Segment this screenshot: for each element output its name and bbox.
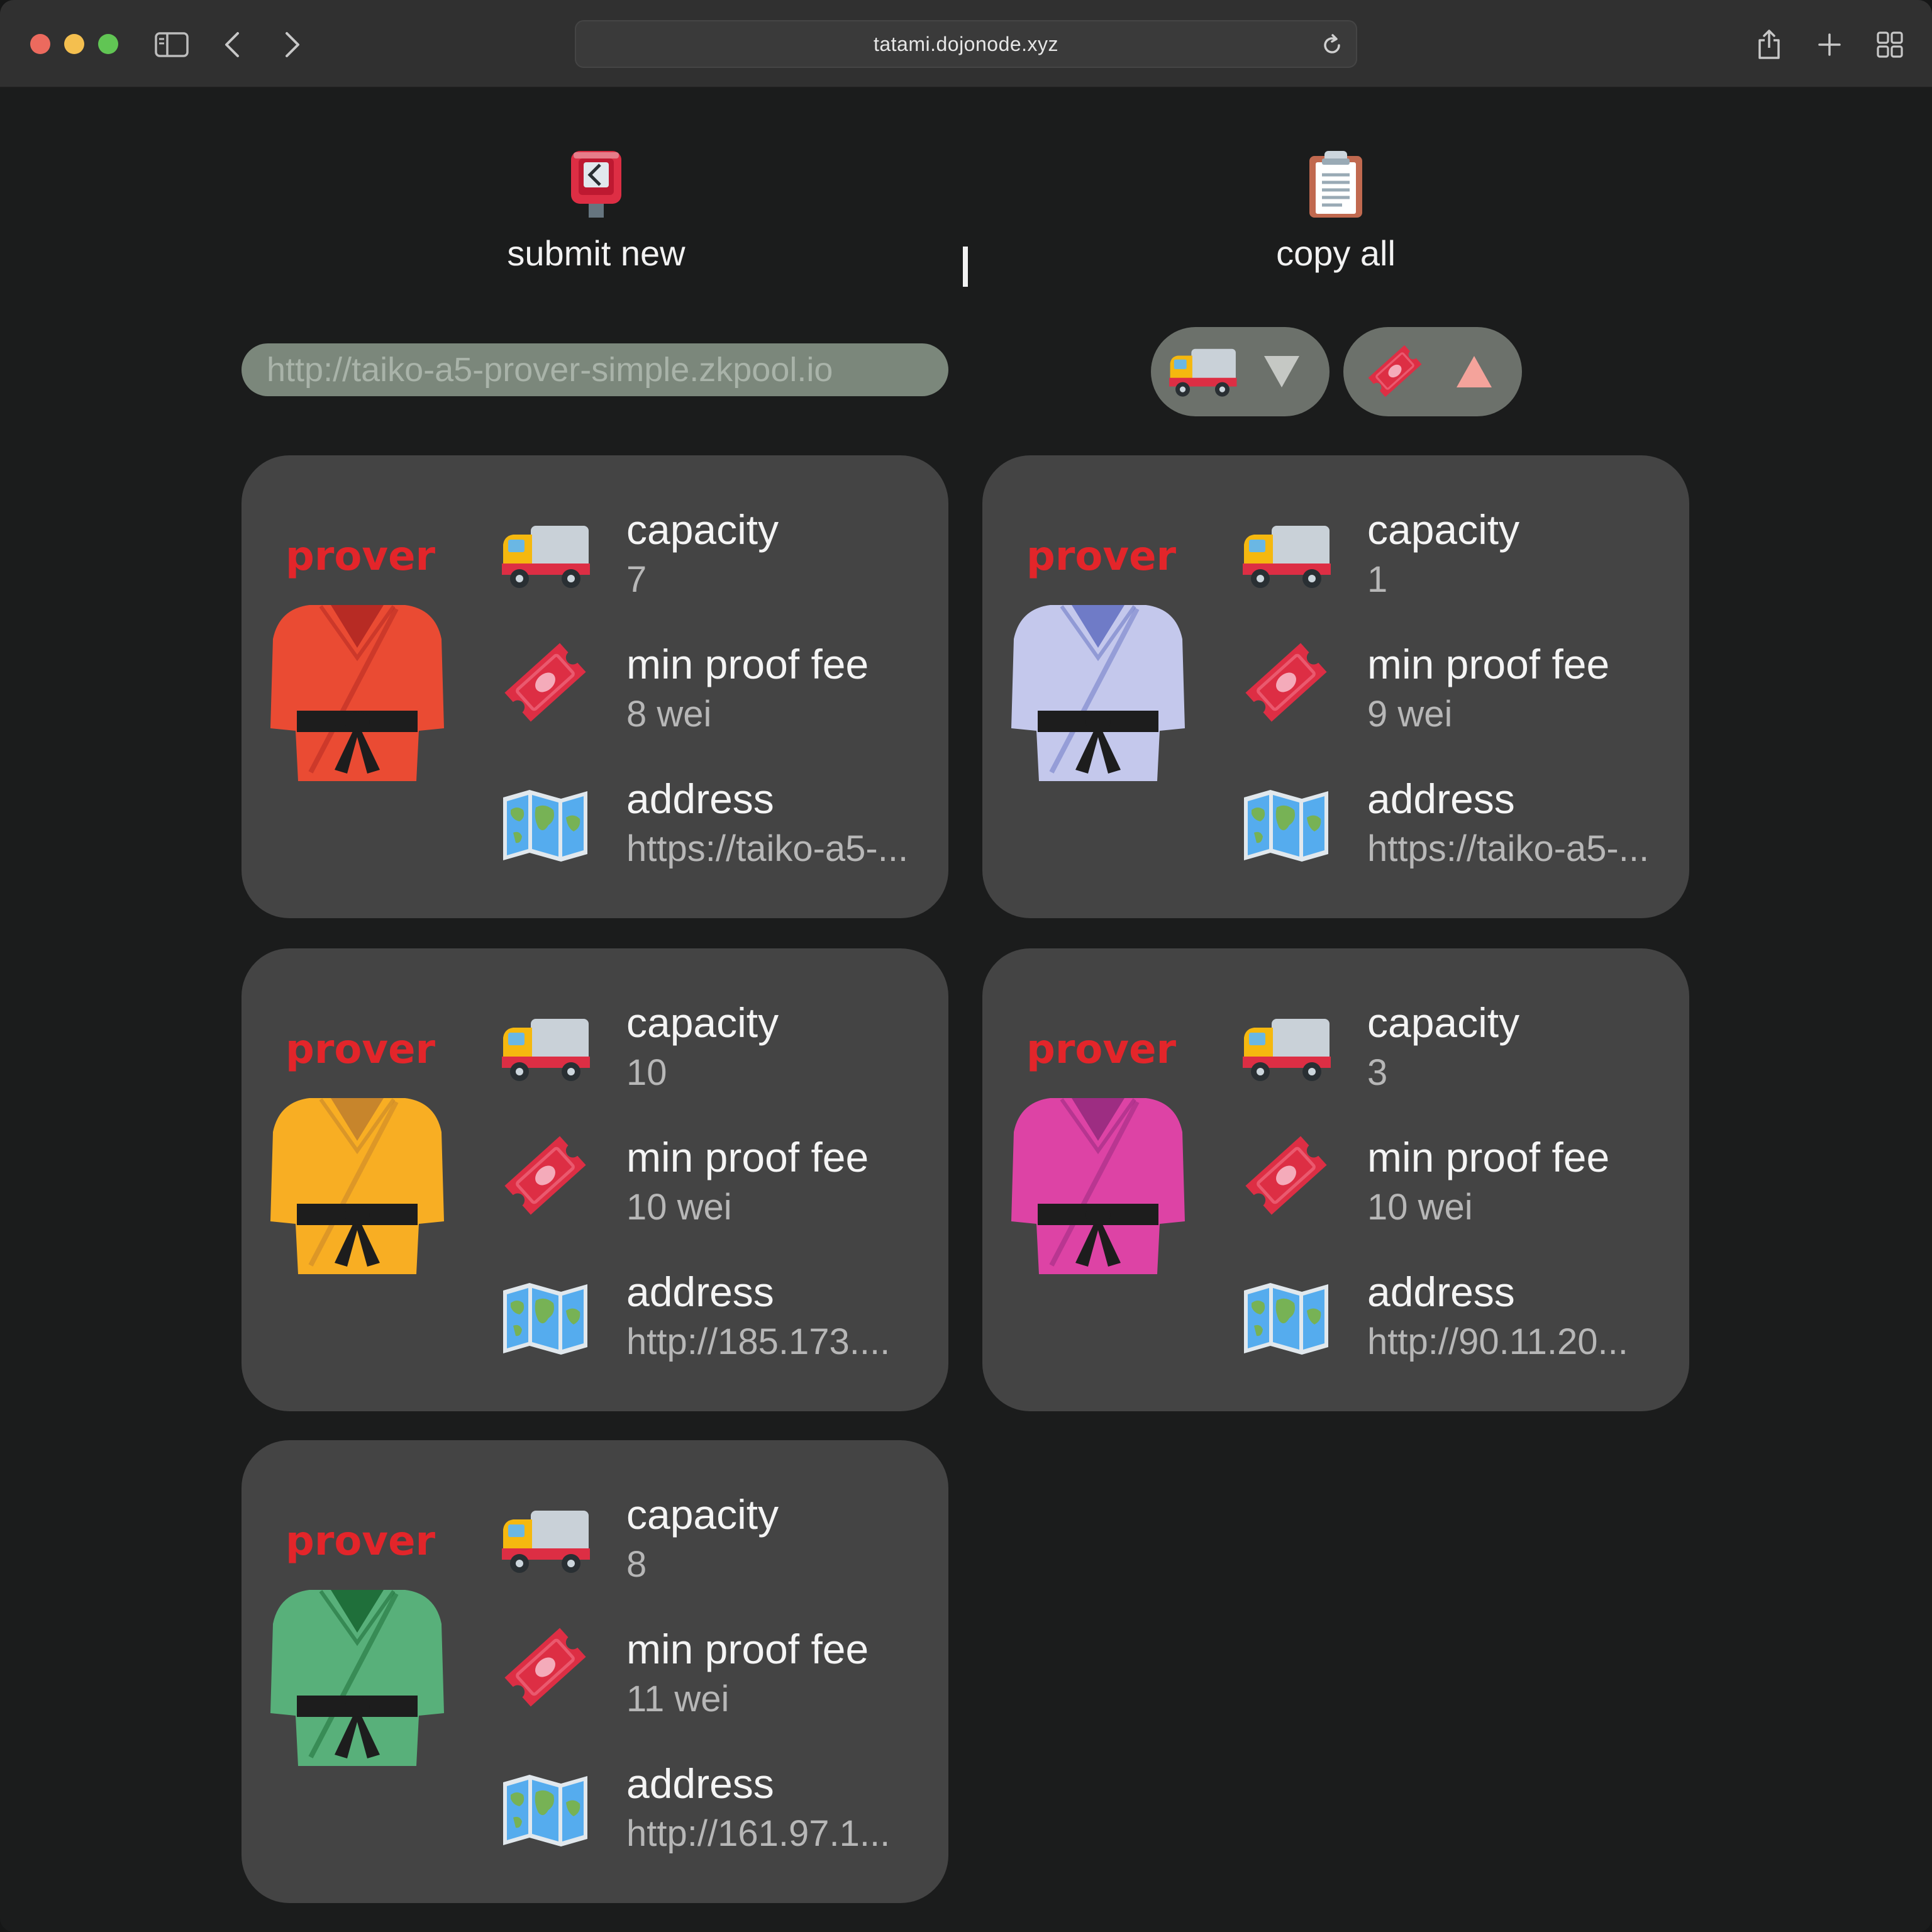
share-icon[interactable] (1747, 23, 1791, 67)
address-value[interactable]: https://taiko-a5-... (1367, 828, 1675, 870)
sort-fee-button[interactable] (1343, 327, 1522, 416)
sort-ascending-icon (1457, 356, 1492, 387)
truck-icon (1240, 1013, 1332, 1083)
ticket-icon (1240, 636, 1332, 728)
address-filter-input[interactable]: http://taiko-a5-prover-simple.zkpool.io (242, 343, 948, 396)
prover-card[interactable]: prover capacity 7 min proof fee 8 wei ad… (242, 455, 948, 918)
address-label: address (1367, 775, 1515, 822)
address-label: address (626, 1269, 774, 1315)
postbox-icon (571, 151, 621, 218)
prover-card[interactable]: prover capacity 8 min proof fee 11 wei a… (242, 1440, 948, 1903)
prover-card[interactable]: prover capacity 10 min proof fee 10 wei … (242, 948, 948, 1411)
map-icon (499, 1774, 591, 1849)
gi-icon (270, 1587, 444, 1770)
map-icon (499, 789, 591, 864)
submit-new-button[interactable]: submit new (445, 150, 747, 274)
ticket-icon (499, 1621, 591, 1713)
reload-icon[interactable] (1321, 34, 1343, 57)
address-bar[interactable]: tatami.dojonode.xyz (575, 20, 1357, 68)
prover-label: prover (286, 1026, 436, 1073)
prover-label: prover (1026, 1026, 1177, 1073)
min-proof-fee-value: 11 wei (626, 1679, 730, 1719)
address-value[interactable]: http://161.97.1... (626, 1813, 935, 1855)
min-proof-fee-label: min proof fee (626, 641, 869, 687)
min-proof-fee-value: 10 wei (626, 1187, 732, 1228)
gi-icon (270, 602, 444, 785)
map-icon (1240, 1282, 1332, 1357)
address-value[interactable]: http://185.173.... (626, 1321, 935, 1363)
gi-icon (1011, 1096, 1185, 1278)
capacity-label: capacity (1367, 999, 1520, 1046)
address-label: address (626, 775, 774, 822)
min-proof-fee-label: min proof fee (1367, 641, 1610, 687)
truck-icon (1167, 341, 1238, 401)
gi-icon (1011, 602, 1185, 785)
capacity-value: 3 (1367, 1052, 1388, 1093)
sort-descending-icon (1264, 356, 1299, 387)
capacity-value: 7 (626, 559, 647, 600)
new-tab-icon[interactable] (1807, 23, 1852, 67)
close-window-button[interactable] (30, 34, 50, 54)
capacity-value: 1 (1367, 559, 1388, 600)
capacity-value: 10 (626, 1052, 667, 1093)
truck-icon (1240, 519, 1332, 590)
browser-window: tatami.dojonode.xyz submit new copy all … (0, 0, 1932, 1932)
prover-label: prover (286, 533, 436, 580)
sidebar-toggle-icon[interactable] (150, 23, 194, 67)
prover-card[interactable]: prover capacity 3 min proof fee 10 wei a… (982, 948, 1689, 1411)
capacity-label: capacity (626, 1491, 779, 1538)
truck-icon (499, 1504, 591, 1575)
min-proof-fee-value: 10 wei (1367, 1187, 1473, 1228)
capacity-label: capacity (1367, 506, 1520, 553)
truck-icon (499, 1013, 591, 1083)
min-proof-fee-value: 8 wei (626, 694, 712, 735)
url-text: tatami.dojonode.xyz (873, 33, 1059, 55)
minimize-window-button[interactable] (64, 34, 84, 54)
min-proof-fee-label: min proof fee (626, 1626, 869, 1672)
ticket-icon (499, 1130, 591, 1221)
ticket-icon (1240, 1130, 1332, 1221)
sort-capacity-button[interactable] (1151, 327, 1330, 416)
address-label: address (626, 1760, 774, 1807)
prover-card[interactable]: prover capacity 1 min proof fee 9 wei ad… (982, 455, 1689, 918)
title-bar: tatami.dojonode.xyz (0, 0, 1932, 88)
map-icon (1240, 789, 1332, 864)
min-proof-fee-value: 9 wei (1367, 694, 1453, 735)
ticket-icon (1360, 341, 1430, 401)
address-value[interactable]: https://taiko-a5-... (626, 828, 935, 870)
forward-icon[interactable] (270, 23, 314, 67)
submit-new-label: submit new (507, 233, 686, 273)
min-proof-fee-label: min proof fee (626, 1134, 869, 1180)
gi-icon (270, 1096, 444, 1278)
back-icon[interactable] (210, 23, 254, 67)
capacity-value: 8 (626, 1544, 647, 1585)
address-value[interactable]: http://90.11.20... (1367, 1321, 1675, 1363)
address-label: address (1367, 1269, 1515, 1315)
zoom-window-button[interactable] (98, 34, 118, 54)
page-content: submit new copy all http://taiko-a5-prov… (0, 88, 1932, 1932)
clipboard-icon (1309, 151, 1362, 218)
copy-all-label: copy all (1276, 233, 1396, 273)
truck-icon (499, 519, 591, 590)
min-proof-fee-label: min proof fee (1367, 1134, 1610, 1180)
prover-label: prover (286, 1518, 436, 1565)
ticket-icon (499, 636, 591, 728)
map-icon (499, 1282, 591, 1357)
copy-all-button[interactable]: copy all (1185, 150, 1487, 274)
tab-overview-icon[interactable] (1868, 23, 1912, 67)
capacity-label: capacity (626, 999, 779, 1046)
prover-label: prover (1026, 533, 1177, 580)
action-divider (963, 247, 968, 287)
capacity-label: capacity (626, 506, 779, 553)
